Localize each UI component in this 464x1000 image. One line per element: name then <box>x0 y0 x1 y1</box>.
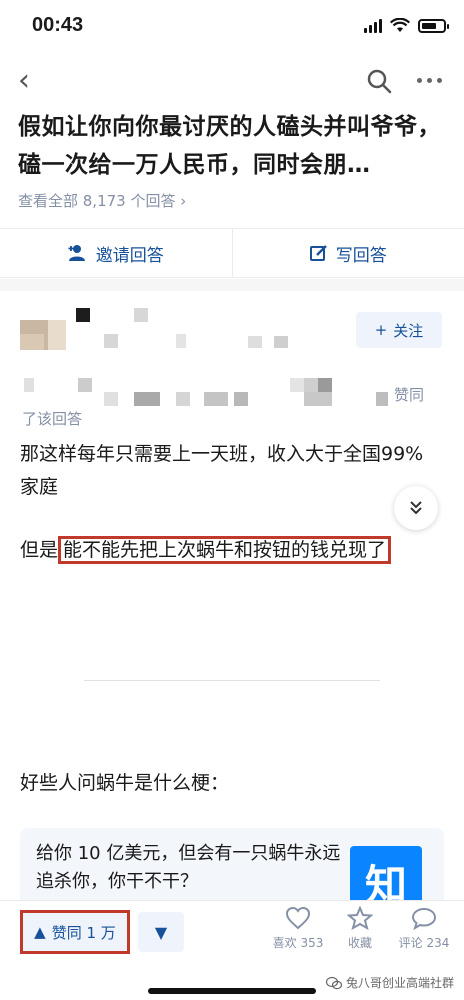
upvote-button[interactable]: ▲ 赞同 1 万 <box>20 910 130 954</box>
star-icon <box>347 906 373 930</box>
home-indicator <box>148 988 316 994</box>
question-actions: 邀请回答 写回答 <box>0 228 464 278</box>
invite-answer-label: 邀请回答 <box>95 245 164 266</box>
author-name-mosaic <box>104 334 118 348</box>
agree-mosaic <box>134 392 160 406</box>
comment-button[interactable]: 评论 234 <box>394 906 454 951</box>
write-icon <box>309 245 327 261</box>
write-answer-label: 写回答 <box>335 245 387 266</box>
watermark: 兔八哥创业高端社群 <box>325 974 454 991</box>
watermark-text: 兔八哥创业高端社群 <box>345 976 454 990</box>
section-gap <box>0 279 464 291</box>
fold-icon[interactable] <box>394 486 438 530</box>
upvote-label: 赞同 1 万 <box>51 923 116 942</box>
agree-mosaic <box>176 392 190 406</box>
card-text: 给你 10 亿美元，但会有一只蜗牛永远追杀你，你干不干？ <box>36 843 341 892</box>
upvote-icon: ▲ <box>34 923 46 941</box>
follow-button[interactable]: + 关注 <box>356 312 442 348</box>
like-button[interactable]: 喜欢 353 <box>268 906 328 951</box>
comment-icon <box>411 907 437 930</box>
author-name-mosaic <box>134 308 148 322</box>
question-title[interactable]: 假如让你向你最讨厌的人磕头并叫爷爷，磕一次给一万人民币，同时会朋… <box>18 108 448 184</box>
like-label: 喜欢 353 <box>272 936 324 950</box>
follow-label: 关注 <box>393 321 424 340</box>
plus-icon: + <box>374 321 388 339</box>
agree-mosaic <box>304 392 332 406</box>
answer-paragraph: 那这样每年只需要上一天班，收入大于全国99%家庭 <box>20 443 424 498</box>
agree-mosaic <box>290 378 304 392</box>
signal-icon <box>364 18 382 33</box>
answer-text-pre: 但是 <box>20 539 59 561</box>
highlighted-text: 能不能先把上次蜗牛和按钮的钱兑现了 <box>58 536 392 564</box>
agree-mosaic <box>304 378 318 392</box>
status-icons <box>364 18 449 33</box>
battery-icon <box>418 18 449 33</box>
avatar-mosaic <box>48 320 66 350</box>
write-answer-button[interactable]: 写回答 <box>231 229 464 277</box>
author-name-mosaic <box>176 334 186 348</box>
agree-mosaic <box>78 378 92 392</box>
comment-label: 评论 234 <box>398 936 450 950</box>
status-time: 00:43 <box>32 14 84 36</box>
collect-button[interactable]: 收藏 <box>330 906 390 951</box>
wifi-icon <box>390 18 410 32</box>
agree-mosaic <box>204 392 228 406</box>
search-icon[interactable] <box>366 68 392 94</box>
collect-label: 收藏 <box>347 936 372 950</box>
view-all-answers-link[interactable]: 查看全部 8,173 个回答 › <box>18 190 186 211</box>
agree-label-pre: 赞同 <box>394 386 425 404</box>
author-name-mosaic <box>274 336 288 348</box>
wechat-icon <box>325 976 342 989</box>
avatar-mosaic <box>20 334 44 350</box>
agree-label-post: 了该回答 <box>22 410 83 428</box>
top-nav: ‹ <box>0 58 464 104</box>
agree-mosaic <box>318 378 332 392</box>
divider <box>84 680 380 681</box>
agree-mosaic <box>234 392 248 406</box>
invite-answer-button[interactable]: 邀请回答 <box>0 229 232 277</box>
author-name-mosaic <box>248 336 262 348</box>
downvote-button[interactable]: ▼ <box>138 912 184 952</box>
more-icon[interactable] <box>417 78 442 83</box>
agree-mosaic <box>24 378 34 392</box>
agree-mosaic <box>376 392 388 406</box>
back-arrow-icon[interactable]: ‹ <box>18 66 30 96</box>
answer-paragraph: 但是 能不能先把上次蜗牛和按钮的钱兑现了 <box>20 534 440 567</box>
agree-mosaic <box>104 392 118 406</box>
author-name-mosaic <box>76 308 90 322</box>
invite-icon <box>68 245 85 261</box>
status-bar: 00:43 <box>0 0 464 56</box>
downvote-icon: ▼ <box>154 922 168 942</box>
answer-paragraph: 好些人问蜗牛是什么梗： <box>20 772 230 794</box>
heart-icon <box>285 906 311 930</box>
